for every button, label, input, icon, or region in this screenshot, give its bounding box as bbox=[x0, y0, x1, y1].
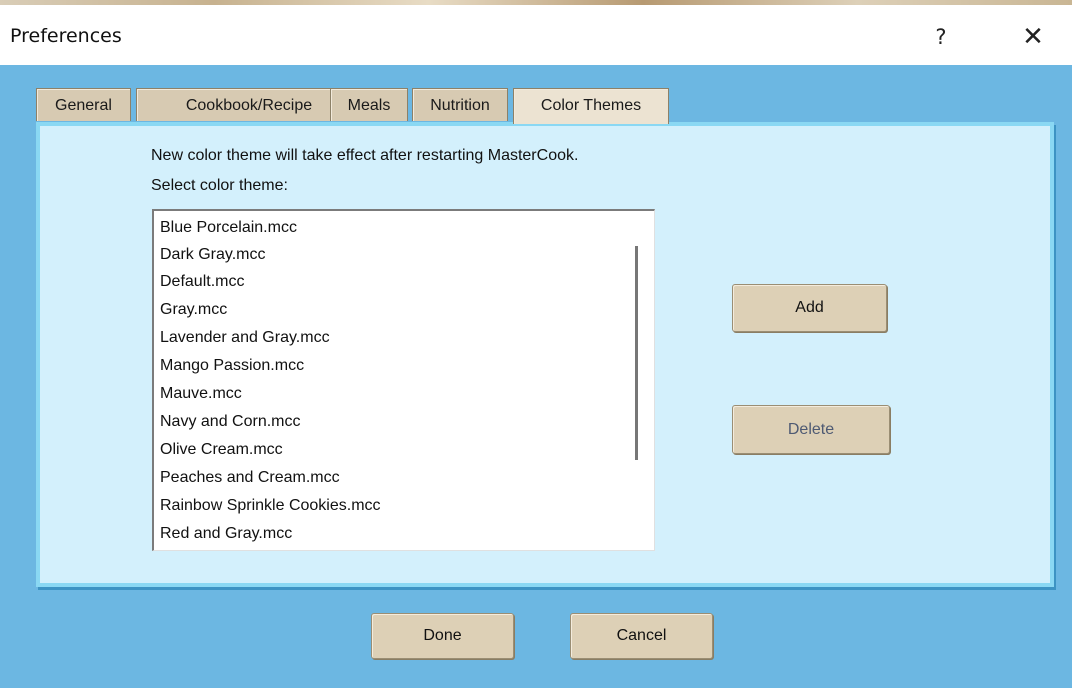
done-button[interactable]: Done bbox=[371, 613, 514, 659]
list-item[interactable]: Olive Cream.mcc bbox=[160, 439, 283, 461]
theme-listbox[interactable]: Blue Porcelain.mcc Dark Gray.mcc Default… bbox=[152, 209, 655, 551]
list-scrollbar-thumb[interactable] bbox=[635, 246, 638, 460]
list-item[interactable]: Mauve.mcc bbox=[160, 383, 242, 405]
tab-color-themes[interactable]: Color Themes bbox=[513, 88, 669, 124]
list-item[interactable]: Navy and Corn.mcc bbox=[160, 411, 301, 433]
cancel-button[interactable]: Cancel bbox=[570, 613, 713, 659]
list-item[interactable]: Dark Gray.mcc bbox=[160, 244, 265, 266]
list-item[interactable]: Red and Gray.mcc bbox=[160, 523, 292, 545]
list-item[interactable]: Blue Porcelain.mcc bbox=[160, 217, 297, 239]
list-item[interactable]: Rainbow Sprinkle Cookies.mcc bbox=[160, 495, 381, 517]
close-button[interactable]: ✕ bbox=[1018, 23, 1048, 51]
select-theme-label: Select color theme: bbox=[151, 177, 288, 194]
title-bar: Preferences ? ✕ bbox=[0, 5, 1072, 65]
list-item[interactable]: Lavender and Gray.mcc bbox=[160, 327, 330, 349]
restart-notice: New color theme will take effect after r… bbox=[151, 147, 579, 164]
tab-nutrition[interactable]: Nutrition bbox=[412, 88, 508, 121]
tab-meals[interactable]: Meals bbox=[330, 88, 408, 121]
list-item[interactable]: Mango Passion.mcc bbox=[160, 355, 304, 377]
add-theme-button[interactable]: Add bbox=[732, 284, 887, 332]
list-item[interactable]: Default.mcc bbox=[160, 271, 244, 293]
list-item[interactable]: Gray.mcc bbox=[160, 299, 227, 321]
delete-theme-button[interactable]: Delete bbox=[732, 405, 890, 454]
window-title: Preferences bbox=[10, 25, 122, 47]
help-button[interactable]: ? bbox=[926, 23, 956, 51]
tab-general[interactable]: General bbox=[36, 88, 131, 121]
list-item[interactable]: Peaches and Cream.mcc bbox=[160, 467, 340, 489]
tab-cookbook-recipe[interactable]: Cookbook/Recipe bbox=[136, 88, 362, 121]
